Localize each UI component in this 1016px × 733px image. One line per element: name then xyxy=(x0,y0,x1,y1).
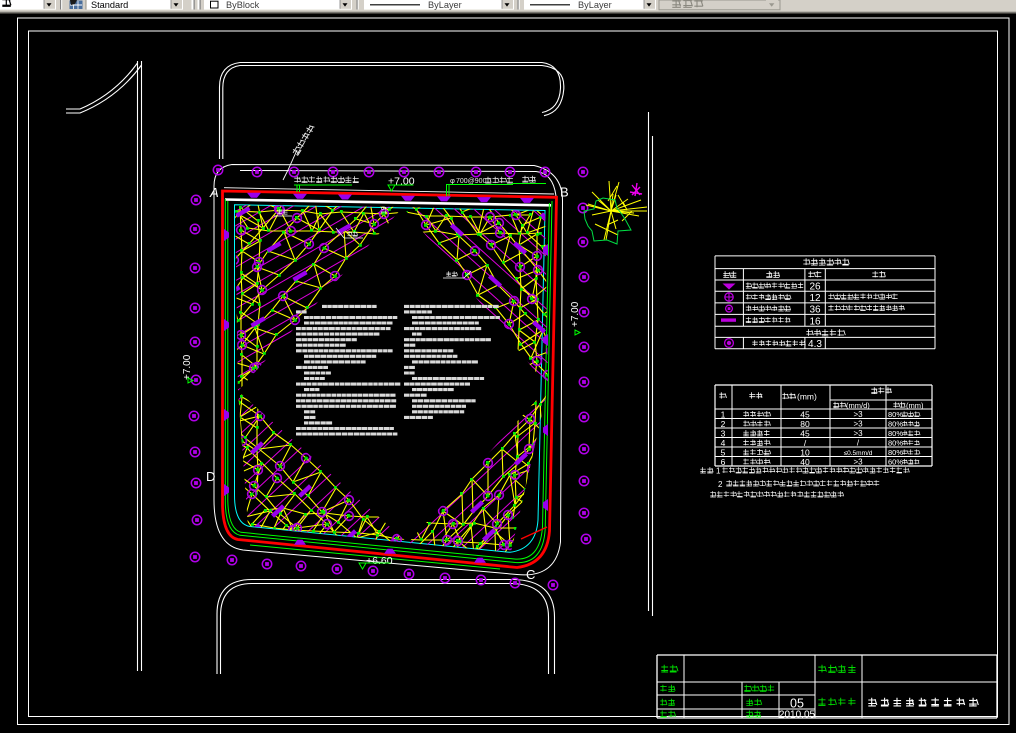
svg-text:4: 4 xyxy=(721,438,726,448)
svg-text:5: 5 xyxy=(721,448,726,458)
svg-text:>3: >3 xyxy=(853,458,863,467)
svg-text:2: 2 xyxy=(721,419,726,429)
svg-text:1: 1 xyxy=(716,467,721,476)
svg-text:4.3: 4.3 xyxy=(808,339,822,350)
svg-text:40: 40 xyxy=(800,457,810,467)
svg-text:2010.05: 2010.05 xyxy=(779,709,816,720)
svg-text:36: 36 xyxy=(809,305,821,316)
svg-text:C: C xyxy=(526,567,535,582)
svg-text:1: 1 xyxy=(721,410,726,420)
svg-text:ByBlock: ByBlock xyxy=(226,0,260,10)
svg-text:+7.00: +7.00 xyxy=(182,354,193,380)
svg-text:12: 12 xyxy=(809,293,821,304)
svg-text:80%: 80% xyxy=(888,410,903,419)
svg-text:2: 2 xyxy=(718,480,723,489)
svg-text:3: 3 xyxy=(721,429,726,439)
svg-text:(mm/d): (mm/d) xyxy=(846,401,870,410)
svg-text:≤0.5mm/d: ≤0.5mm/d xyxy=(844,450,873,457)
svg-text:>3: >3 xyxy=(853,429,863,438)
svg-text:+7.00: +7.00 xyxy=(570,301,581,327)
svg-text:Standard: Standard xyxy=(91,0,128,10)
svg-text:19: 19 xyxy=(381,206,388,214)
svg-text:6: 6 xyxy=(721,457,726,467)
svg-text:60%: 60% xyxy=(888,458,903,467)
svg-text:ByLayer: ByLayer xyxy=(578,0,612,10)
svg-text:80: 80 xyxy=(800,419,810,429)
svg-text:80%: 80% xyxy=(888,420,903,429)
svg-text:45: 45 xyxy=(800,429,810,439)
svg-text:ByLayer: ByLayer xyxy=(428,0,462,10)
svg-text:16: 16 xyxy=(809,316,821,327)
svg-text:B: B xyxy=(560,185,569,200)
svg-text:φ: φ xyxy=(450,176,455,185)
svg-text:A: A xyxy=(209,185,219,200)
svg-text:+7.00: +7.00 xyxy=(388,176,415,188)
svg-text:+6.60: +6.60 xyxy=(366,555,393,567)
svg-text:D: D xyxy=(206,469,215,484)
svg-text:>3: >3 xyxy=(853,420,863,429)
svg-text:26: 26 xyxy=(809,282,821,293)
svg-text:10: 10 xyxy=(800,448,810,458)
svg-text:45: 45 xyxy=(800,410,810,420)
svg-text:80%: 80% xyxy=(888,439,903,448)
svg-text:700@900: 700@900 xyxy=(456,178,487,185)
svg-text:80%: 80% xyxy=(888,429,903,438)
svg-text:>3: >3 xyxy=(853,410,863,419)
svg-text:(mm): (mm) xyxy=(906,401,924,410)
svg-text:80%: 80% xyxy=(888,448,903,457)
svg-text:(mm): (mm) xyxy=(797,392,817,402)
